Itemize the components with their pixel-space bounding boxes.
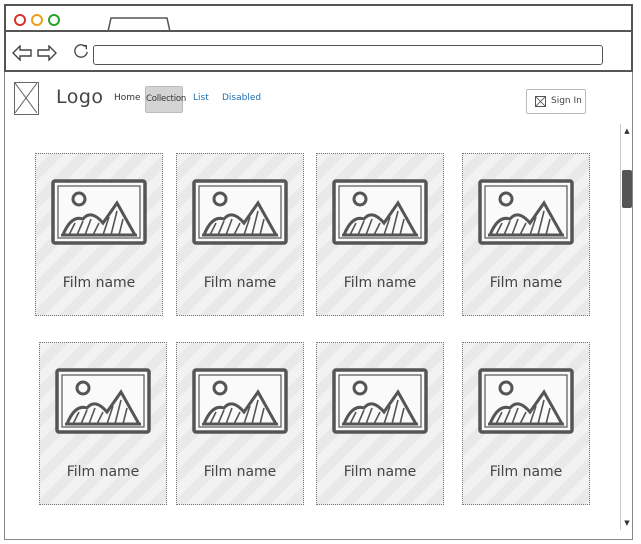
reload-icon[interactable]: [72, 43, 90, 59]
logo-image-placeholder: [14, 82, 39, 115]
nav-list-link[interactable]: List: [193, 93, 209, 103]
film-title: Film name: [343, 464, 417, 480]
sign-in-button[interactable]: Sign In: [526, 89, 586, 114]
url-bar[interactable]: [93, 45, 603, 65]
forward-arrow-icon[interactable]: [37, 45, 57, 61]
image-placeholder-icon: [332, 368, 428, 434]
title-bar: [4, 4, 633, 36]
nav-disabled-link: Disabled: [222, 93, 262, 103]
film-card[interactable]: Film name: [462, 342, 590, 505]
logo-text[interactable]: Logo: [56, 86, 104, 108]
minimize-window-button[interactable]: [31, 14, 43, 26]
close-window-button[interactable]: [14, 14, 26, 26]
placeholder-x-icon: [14, 82, 38, 114]
envelope-icon: [535, 96, 546, 107]
vertical-scrollbar[interactable]: ▲ ▼: [620, 124, 632, 530]
film-card[interactable]: Film name: [35, 153, 163, 316]
film-title: Film name: [203, 464, 277, 480]
back-arrow-icon[interactable]: [12, 45, 32, 61]
image-placeholder-icon: [332, 179, 428, 245]
film-card[interactable]: Film name: [316, 153, 444, 316]
image-placeholder-icon: [55, 368, 151, 434]
film-card[interactable]: Film name: [39, 342, 167, 505]
browser-toolbar: [4, 30, 633, 72]
scrollbar-thumb[interactable]: [622, 170, 632, 208]
film-title: Film name: [489, 464, 563, 480]
film-title: Film name: [489, 275, 563, 291]
film-title: Film name: [66, 464, 140, 480]
maximize-window-button[interactable]: [48, 14, 60, 26]
scroll-down-arrow-icon[interactable]: ▼: [622, 518, 632, 528]
film-title: Film name: [343, 275, 417, 291]
film-card[interactable]: Film name: [176, 342, 304, 505]
image-placeholder-icon: [478, 179, 574, 245]
image-placeholder-icon: [478, 368, 574, 434]
sign-in-label: Sign In: [551, 96, 582, 106]
nav-collection-link[interactable]: Collection: [145, 86, 186, 113]
image-placeholder-icon: [192, 179, 288, 245]
film-title: Film name: [62, 275, 136, 291]
film-card[interactable]: Film name: [462, 153, 590, 316]
scroll-up-arrow-icon[interactable]: ▲: [622, 126, 632, 136]
film-card[interactable]: Film name: [316, 342, 444, 505]
image-placeholder-icon: [51, 179, 147, 245]
film-title: Film name: [203, 275, 277, 291]
image-placeholder-icon: [192, 368, 288, 434]
film-card[interactable]: Film name: [176, 153, 304, 316]
nav-home-link[interactable]: Home: [114, 93, 141, 103]
